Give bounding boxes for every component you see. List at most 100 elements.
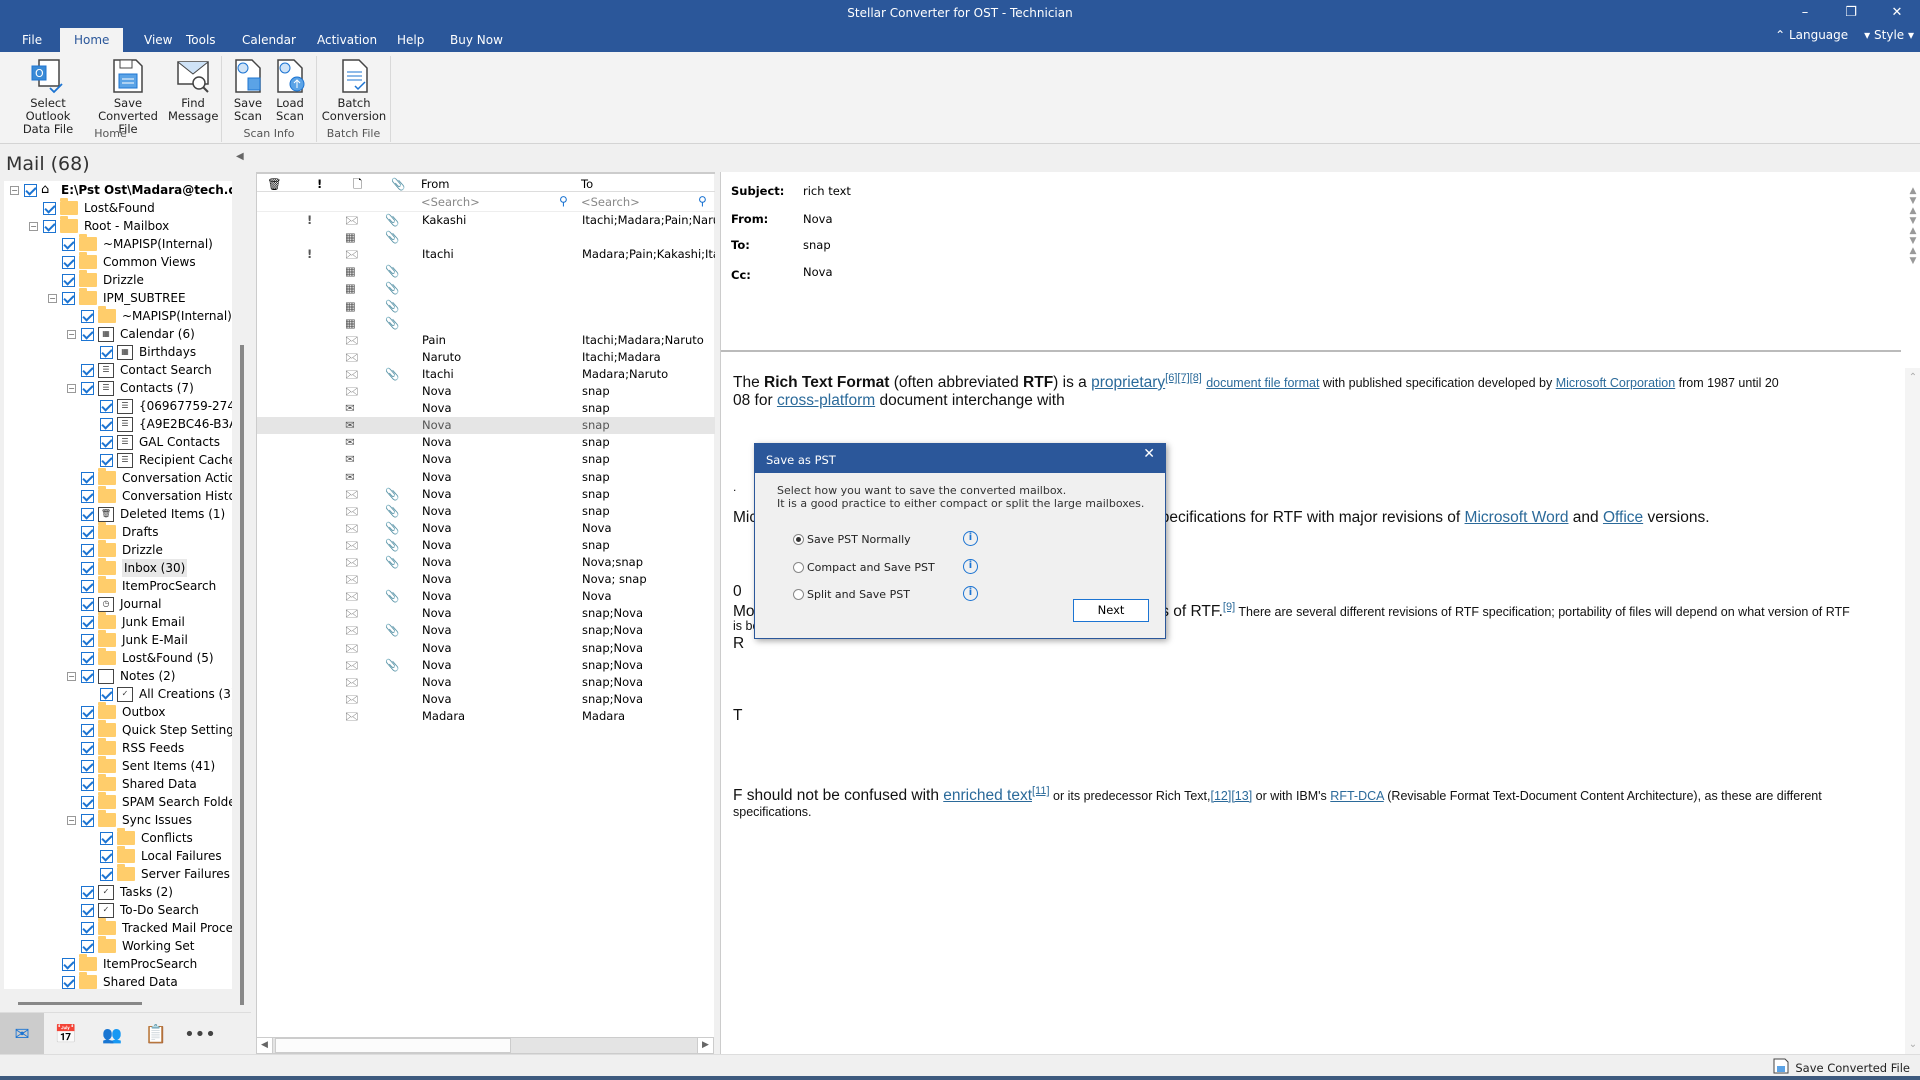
- tab-buy-now[interactable]: Buy Now: [436, 28, 517, 52]
- checkbox[interactable]: [81, 651, 94, 665]
- tree-item[interactable]: Local Failures: [86, 846, 222, 865]
- option-save-pst-normally[interactable]: Save PST Normally: [793, 533, 911, 546]
- collapse-toggle-icon[interactable]: −: [48, 293, 57, 303]
- tab-tools[interactable]: Tools: [172, 28, 230, 52]
- link-document-file-format[interactable]: document file format: [1206, 376, 1319, 390]
- tree-item[interactable]: Sent Items (41): [67, 756, 215, 775]
- checkbox[interactable]: [62, 237, 75, 251]
- tree-item[interactable]: ▦ Birthdays: [86, 343, 196, 361]
- checkbox[interactable]: [100, 417, 113, 431]
- list-horizontal-scrollbar[interactable]: ◀ ▶: [256, 1037, 714, 1054]
- checkbox[interactable]: [81, 579, 94, 593]
- message-row[interactable]: ✉ Nova snap: [257, 451, 715, 468]
- tab-help[interactable]: Help: [383, 28, 438, 52]
- tree-item[interactable]: Lost&Found (5): [67, 648, 214, 667]
- collapse-toggle-icon[interactable]: −: [67, 383, 76, 393]
- checkbox[interactable]: [62, 975, 75, 989]
- message-row[interactable]: 🖂 Nova snap: [257, 383, 715, 400]
- nav-tasks-button[interactable]: 📋: [134, 1013, 178, 1055]
- tree-item[interactable]: − Notes (2): [67, 667, 175, 685]
- tree-item[interactable]: ✓ To-Do Search: [67, 901, 199, 919]
- tree-vertical-scrollbar[interactable]: [240, 345, 244, 1005]
- message-row[interactable]: ! 🖂 Itachi Madara;Pain;Kakashi;Itachi;: [257, 246, 715, 263]
- tree-item[interactable]: Conflicts: [86, 828, 193, 847]
- checkbox[interactable]: [100, 687, 113, 701]
- radio-button[interactable]: [793, 534, 804, 545]
- checkbox[interactable]: [81, 489, 94, 503]
- tree-item[interactable]: Conversation History: [67, 486, 232, 505]
- message-row[interactable]: 🖂 Madara Madara: [257, 708, 715, 725]
- minimize-button[interactable]: –: [1782, 0, 1828, 26]
- tree-item[interactable]: Drafts: [67, 522, 159, 541]
- checkbox[interactable]: [81, 561, 94, 575]
- checkbox[interactable]: [81, 921, 94, 935]
- checkbox[interactable]: [62, 255, 75, 269]
- message-row[interactable]: 🖂 📎 Nova snap;Nova: [257, 622, 715, 639]
- checkbox[interactable]: [100, 867, 113, 881]
- message-row[interactable]: 🖂 Pain Itachi;Madara;Naruto: [257, 332, 715, 349]
- collapse-toggle-icon[interactable]: −: [67, 815, 76, 825]
- message-row[interactable]: 🖂 Naruto Itachi;Madara: [257, 349, 715, 366]
- tree-item[interactable]: ItemProcSearch: [48, 954, 197, 973]
- checkbox[interactable]: [24, 183, 37, 197]
- message-row[interactable]: 🖂 📎 Itachi Madara;Naruto: [257, 366, 715, 383]
- tree-item[interactable]: Shared Data: [67, 774, 197, 793]
- tree-item[interactable]: − Root - Mailbox: [29, 216, 169, 235]
- checkbox[interactable]: [81, 795, 94, 809]
- tree-item[interactable]: SPAM Search Folder 2: [67, 792, 232, 811]
- batch-conversion-button[interactable]: Batch Conversion: [321, 58, 387, 123]
- checkbox[interactable]: [81, 525, 94, 539]
- checkbox[interactable]: [81, 669, 94, 683]
- message-row[interactable]: 🖂 📎 Nova Nova: [257, 520, 715, 537]
- checkbox[interactable]: [81, 939, 94, 953]
- checkbox[interactable]: [81, 363, 94, 377]
- collapse-toggle-icon[interactable]: −: [29, 221, 38, 231]
- to-column-header[interactable]: To: [581, 176, 593, 192]
- tree-item[interactable]: ItemProcSearch: [67, 576, 216, 595]
- to-search-input[interactable]: <Search>: [581, 194, 691, 210]
- search-icon[interactable]: ⚲: [698, 194, 707, 208]
- collapse-pane-icon[interactable]: ◀: [236, 151, 244, 162]
- dialog-close-icon[interactable]: ✕: [1143, 446, 1155, 462]
- tree-item[interactable]: − Sync Issues: [67, 810, 192, 829]
- checkbox[interactable]: [81, 543, 94, 557]
- reference-link[interactable]: [9]: [1223, 601, 1235, 613]
- tree-item[interactable]: Shared Data: [48, 972, 178, 989]
- scroll-thumb[interactable]: [275, 1038, 511, 1053]
- tree-item[interactable]: Junk Email: [67, 612, 185, 631]
- checkbox[interactable]: [81, 741, 94, 755]
- message-row[interactable]: ▦ 📎: [257, 298, 715, 315]
- message-row[interactable]: 🖂 Nova snap;Nova: [257, 691, 715, 708]
- checkbox[interactable]: [81, 903, 94, 917]
- link-rft-dca[interactable]: RFT-DCA: [1330, 789, 1383, 803]
- tree-item[interactable]: RSS Feeds: [67, 738, 184, 757]
- nav-contacts-button[interactable]: 👥: [90, 1013, 134, 1055]
- checkbox[interactable]: [81, 633, 94, 647]
- from-column-header[interactable]: From: [421, 176, 450, 192]
- checkbox[interactable]: [81, 813, 94, 827]
- tree-item[interactable]: Server Failures: [86, 864, 230, 883]
- tree-item[interactable]: Inbox (30): [67, 558, 188, 577]
- message-row[interactable]: ! 🖂 📎 Kakashi Itachi;Madara;Pain;Naruto: [257, 212, 715, 229]
- link-proprietary[interactable]: proprietary: [1091, 374, 1165, 391]
- checkbox[interactable]: [81, 507, 94, 521]
- select-outlook-data-file-button[interactable]: O Select Outlook Data File: [8, 58, 88, 136]
- scroll-right-icon[interactable]: ▶: [697, 1038, 713, 1053]
- checkbox[interactable]: [81, 777, 94, 791]
- option-compact-and-save-pst[interactable]: Compact and Save PST: [793, 561, 935, 574]
- radio-button[interactable]: [793, 589, 804, 600]
- scroll-left-icon[interactable]: ◀: [257, 1038, 273, 1053]
- header-scroll-spinner[interactable]: ▲ ▼ ▲ ▼ ▲ ▼ ▲ ▼: [1907, 186, 1919, 266]
- checkbox[interactable]: [81, 327, 94, 341]
- next-button[interactable]: Next: [1073, 599, 1149, 622]
- checkbox[interactable]: [43, 219, 56, 233]
- nav-mail-button[interactable]: ✉: [0, 1013, 44, 1055]
- tree-item[interactable]: Drizzle: [48, 270, 144, 289]
- tree-item[interactable]: Outbox: [67, 702, 165, 721]
- tree-item[interactable]: ✓ Tasks (2): [67, 883, 173, 901]
- message-row[interactable]: ✉ Nova snap: [257, 434, 715, 451]
- checkbox[interactable]: [81, 309, 94, 323]
- tree-item[interactable]: ◷ Journal: [67, 595, 162, 613]
- save-scan-button[interactable]: Save Scan: [230, 58, 266, 123]
- tree-item[interactable]: ~MAPISP(Internal): [67, 306, 232, 325]
